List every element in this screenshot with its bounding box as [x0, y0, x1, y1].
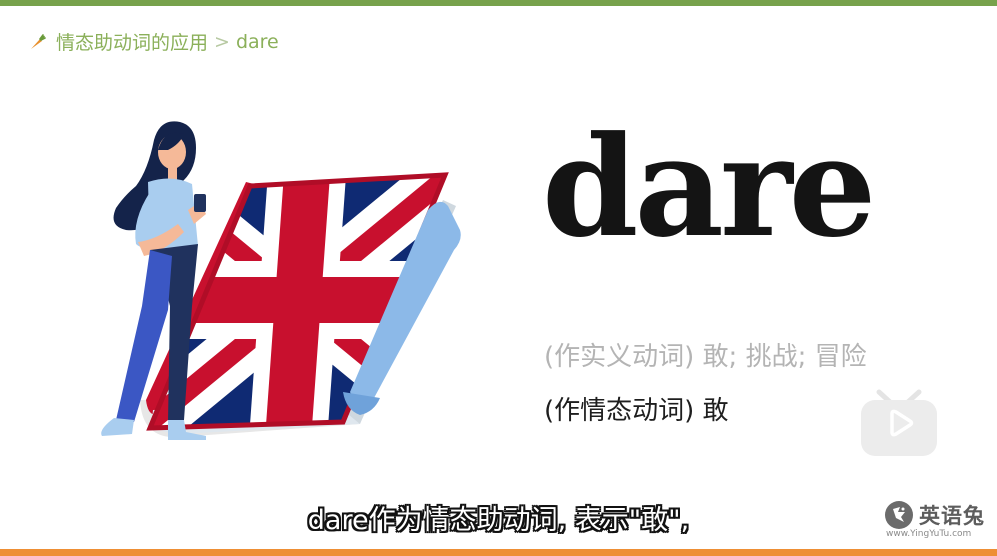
rabbit-logo-icon	[885, 501, 913, 529]
breadcrumb-section[interactable]: 情态助动词的应用	[56, 28, 208, 55]
meaning-main-verb: (作实义动词) 敢; 挑战; 冒险	[544, 342, 867, 372]
brand-url: www.YingYuTu.com	[886, 529, 972, 539]
subtitle-caption: dare作为情态助动词, 表示"敢",	[307, 505, 690, 536]
bottom-accent-bar	[0, 549, 997, 556]
woman-with-british-book-illustration	[101, 121, 461, 440]
brand-logo: 英语兔 www.YingYuTu.com	[884, 500, 988, 542]
play-button[interactable]	[857, 384, 941, 460]
top-accent-bar	[0, 0, 997, 6]
breadcrumb-current: dare	[235, 30, 279, 53]
video-frame: 情态助动词的应用 > dare dare (作实义动词) 敢; 挑战; 冒险 (…	[0, 0, 997, 556]
carrot-icon	[31, 33, 46, 49]
brand-name: 英语兔	[919, 504, 985, 528]
vocabulary-word: dare	[542, 105, 876, 268]
meaning-modal-verb: (作情态动词) 敢	[544, 396, 729, 426]
breadcrumb: 情态助动词的应用 > dare	[28, 28, 279, 55]
breadcrumb-separator: >	[214, 30, 230, 53]
